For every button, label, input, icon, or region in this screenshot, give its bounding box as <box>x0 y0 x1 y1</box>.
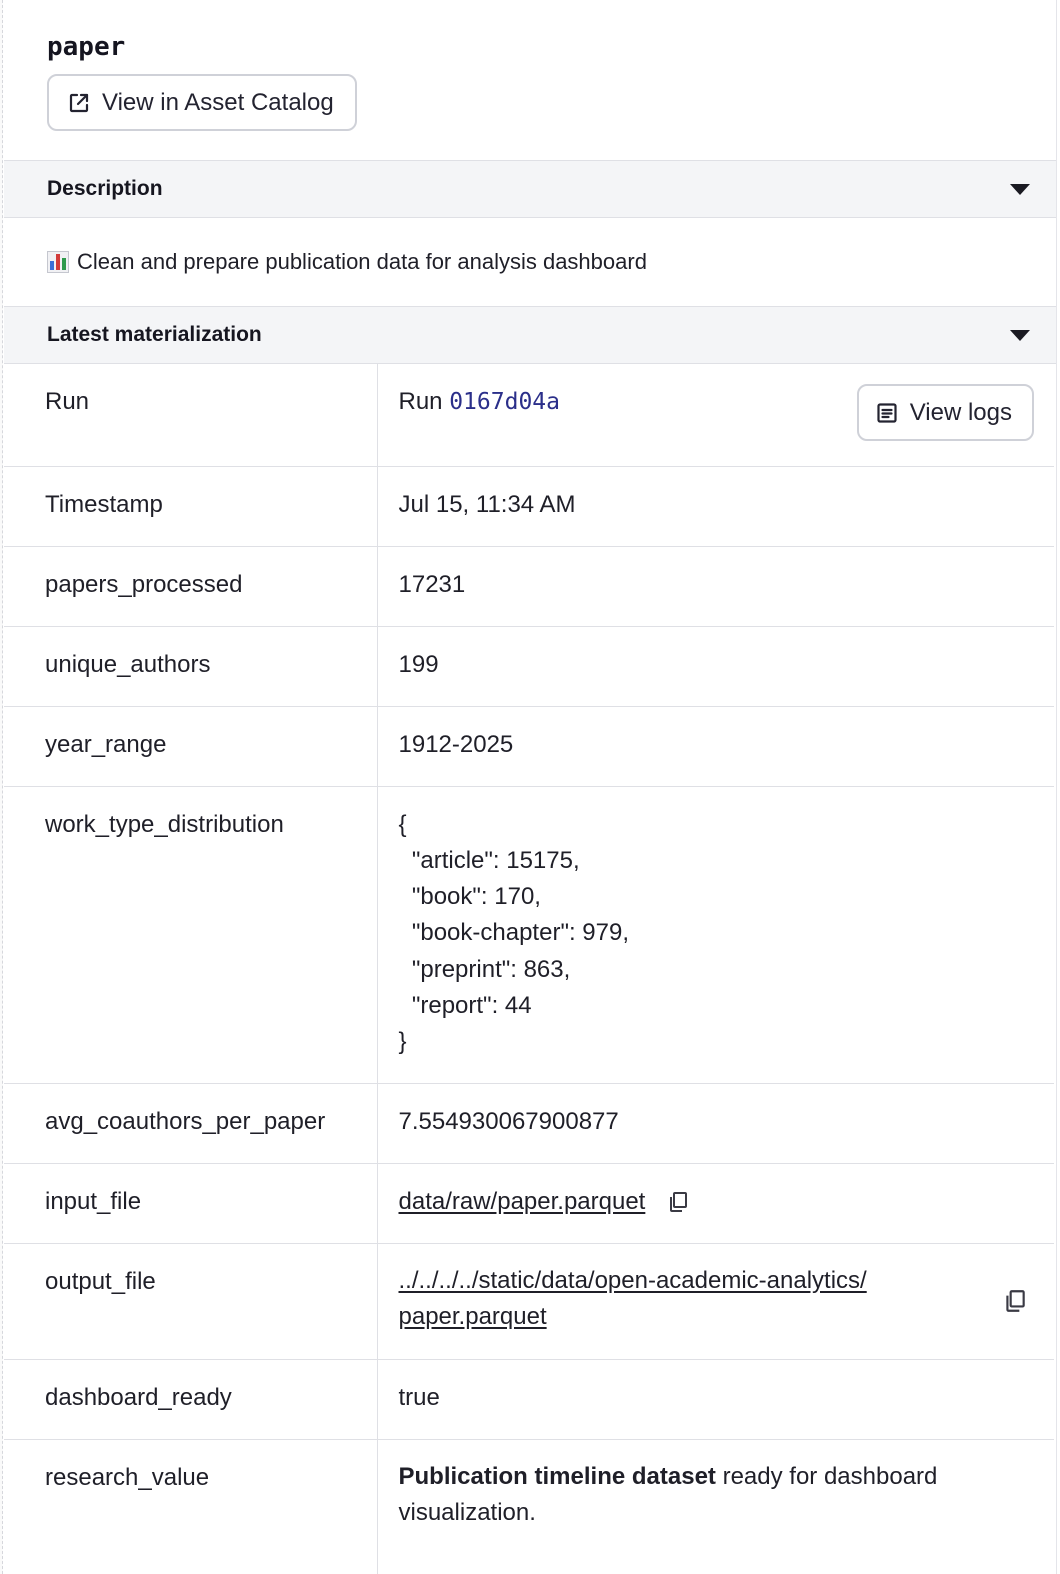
json-line: "report": 44 <box>398 991 532 1019</box>
output-file-line-1: ../../../../static/data/open-academic-an… <box>398 1266 867 1294</box>
asset-sidebar-panel: paper View in Asset Catalog Description … <box>4 0 1056 1574</box>
row-value: 199 <box>377 626 1054 707</box>
description-text: Clean and prepare publication data for a… <box>77 249 647 274</box>
research-value-line-2: visualization. <box>398 1499 536 1526</box>
input-file-link[interactable]: data/raw/paper.parquet <box>399 1188 646 1215</box>
chevron-down-icon <box>1010 329 1030 341</box>
row-value: { "article": 15175, "book": 170, "book-c… <box>377 786 1054 1084</box>
json-line: "book": 170, <box>398 883 541 911</box>
row-key: papers_processed <box>4 546 378 627</box>
output-file-line-2: paper.parquet <box>398 1303 547 1330</box>
row-key: work_type_distribution <box>4 786 378 1084</box>
row-value: Publication timeline dataset ready for d… <box>377 1439 1054 1574</box>
materialization-metadata-table: Run Run 0167d04a View logs Timestamp Jul… <box>4 364 1054 1574</box>
json-line: "article": 15175, <box>398 846 580 874</box>
view-logs-label: View logs <box>909 398 1012 426</box>
right-edge <box>1056 0 1060 1574</box>
research-value-bold: Publication timeline dataset <box>398 1462 716 1490</box>
table-row-output-file: output_file ../../../../static/data/open… <box>4 1243 1054 1360</box>
table-row-research-value: research_value Publication timeline data… <box>4 1439 1054 1574</box>
view-in-asset-catalog-label: View in Asset Catalog <box>102 88 334 116</box>
row-value: 17231 <box>377 546 1054 627</box>
run-id-link[interactable]: 0167d04a <box>449 389 560 415</box>
row-key: unique_authors <box>4 626 378 707</box>
json-line: { <box>398 810 407 838</box>
table-row-dashboard-ready: dashboard_ready true <box>4 1359 1054 1440</box>
row-key: dashboard_ready <box>4 1359 378 1440</box>
json-line: } <box>398 1028 407 1056</box>
table-row-timestamp: Timestamp Jul 15, 11:34 AM <box>4 466 1054 547</box>
row-key: Run <box>4 364 378 467</box>
chevron-down-icon <box>1010 183 1030 195</box>
table-row-avg-coauthors: avg_coauthors_per_paper 7.55493006790087… <box>4 1083 1054 1164</box>
row-key: year_range <box>4 706 378 787</box>
asset-title: paper <box>47 32 126 62</box>
row-value: true <box>377 1359 1054 1440</box>
row-key: input_file <box>4 1163 378 1244</box>
copy-icon[interactable] <box>1002 1288 1028 1314</box>
logs-icon <box>877 402 897 423</box>
table-row-work-type-distribution: work_type_distribution { "article": 1517… <box>4 786 1054 1084</box>
research-value-rest: ready for dashboard <box>715 1462 938 1490</box>
left-gutter <box>0 0 3 1574</box>
row-value: ../../../../static/data/open-academic-an… <box>377 1243 1054 1360</box>
latest-materialization-section-header[interactable]: Latest materialization <box>4 306 1056 364</box>
table-row-unique-authors: unique_authors 199 <box>4 626 1054 707</box>
asset-header: paper View in Asset Catalog <box>4 0 1056 160</box>
row-value: 7.554930067900877 <box>377 1083 1054 1164</box>
row-key: research_value <box>4 1439 378 1574</box>
description-section-title: Description <box>47 177 163 200</box>
row-value: Run 0167d04a View logs <box>377 364 1054 467</box>
table-row-year-range: year_range 1912-2025 <box>4 706 1054 787</box>
row-value: 1912-2025 <box>377 706 1054 787</box>
view-logs-button[interactable]: View logs <box>856 384 1034 441</box>
table-row-papers-processed: papers_processed 17231 <box>4 546 1054 627</box>
bar-chart-emoji-icon <box>47 251 69 273</box>
row-value: data/raw/paper.parquet <box>377 1163 1054 1244</box>
table-row-input-file: input_file data/raw/paper.parquet <box>4 1163 1054 1244</box>
json-value: { "article": 15175, "book": 170, "book-c… <box>399 807 1035 1061</box>
row-value: Jul 15, 11:34 AM <box>377 466 1054 547</box>
latest-materialization-section-title: Latest materialization <box>47 323 262 346</box>
table-row-run: Run Run 0167d04a View logs <box>4 364 1054 467</box>
row-key: Timestamp <box>4 466 378 547</box>
copy-icon[interactable] <box>666 1190 690 1214</box>
output-file-link[interactable]: ../../../../static/data/open-academic-an… <box>399 1263 1035 1336</box>
view-in-asset-catalog-button[interactable]: View in Asset Catalog <box>47 74 357 131</box>
json-line: "preprint": 863, <box>398 955 571 983</box>
run-prefix: Run <box>398 388 443 415</box>
research-value-text: Publication timeline dataset ready for d… <box>399 1459 1035 1532</box>
description-body: Clean and prepare publication data for a… <box>4 218 1056 306</box>
external-link-icon <box>69 93 89 112</box>
json-line: "book-chapter": 979, <box>398 919 630 947</box>
row-key: output_file <box>4 1243 378 1360</box>
row-key: avg_coauthors_per_paper <box>4 1083 378 1164</box>
description-section-header[interactable]: Description <box>4 160 1056 218</box>
